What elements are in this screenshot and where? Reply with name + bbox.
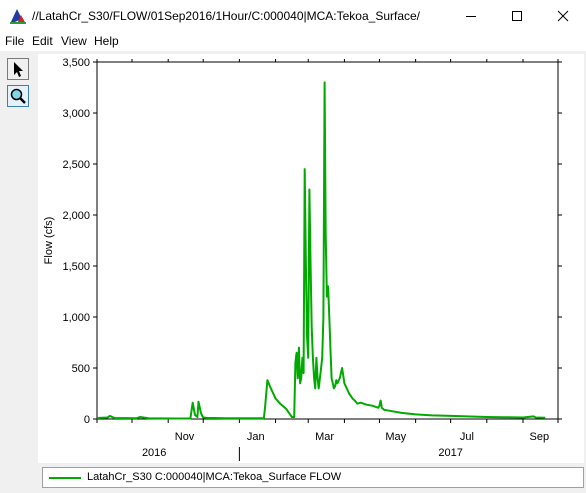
x-tick-label: Nov: [175, 431, 195, 443]
menu-bar: File Edit View Help: [0, 31, 586, 51]
y-tick-label: 2,000: [62, 210, 90, 222]
tool-palette: [0, 51, 40, 491]
minimize-icon: [466, 15, 476, 17]
legend-bar: LatahCr_S30 C:000040|MCA:Tekoa_Surface F…: [40, 466, 586, 490]
legend-label: LatahCr_S30 C:000040|MCA:Tekoa_Surface F…: [87, 471, 342, 483]
zoom-icon: [10, 88, 26, 104]
zoom-tool-button[interactable]: [7, 85, 29, 107]
flow-chart[interactable]: 0 500 1,000 1,500 2,000 2,500 3,000 3,500 Flow (…: [38, 54, 584, 463]
menu-view[interactable]: View: [61, 34, 87, 48]
y-axis-label: Flow (cfs): [43, 217, 55, 265]
y-tick-label: 2,500: [62, 159, 90, 171]
legend: LatahCr_S30 C:000040|MCA:Tekoa_Surface F…: [42, 467, 584, 488]
x-tick-label: Jul: [460, 431, 474, 443]
x-tick-label: Jan: [247, 431, 265, 443]
window-title: //LatahCr_S30/FLOW/01Sep2016/1Hour/C:000…: [32, 9, 421, 23]
x-tick-label: May: [385, 431, 406, 443]
menu-file[interactable]: File: [5, 34, 24, 48]
plot-area: [96, 61, 559, 420]
maximize-icon: [512, 10, 522, 21]
y-tick-label: 1,000: [62, 312, 90, 324]
year-label: 2016: [142, 447, 166, 459]
title-bar: //LatahCr_S30/FLOW/01Sep2016/1Hour/C:000…: [0, 0, 586, 31]
close-button[interactable]: [540, 0, 586, 31]
year-label: 2017: [438, 447, 462, 459]
pointer-tool-button[interactable]: [7, 58, 29, 80]
minimize-button[interactable]: [448, 0, 494, 31]
maximize-button[interactable]: [494, 0, 540, 31]
menu-help[interactable]: Help: [94, 34, 119, 48]
pointer-icon: [14, 62, 23, 77]
y-tick-label: 3,500: [62, 57, 90, 69]
chart-panel: 0 500 1,000 1,500 2,000 2,500 3,000 3,500 Flow (…: [38, 54, 584, 463]
y-tick-label: 500: [72, 363, 90, 375]
y-tick-label: 0: [84, 414, 90, 426]
legend-swatch: [49, 477, 81, 479]
y-tick-label: 1,500: [62, 261, 90, 273]
app-logo-icon: [10, 9, 26, 24]
x-tick-label: Mar: [315, 431, 334, 443]
x-tick-label: Sep: [530, 431, 550, 443]
menu-edit[interactable]: Edit: [32, 34, 53, 48]
close-icon: [557, 10, 569, 21]
y-tick-label: 3,000: [62, 108, 90, 120]
